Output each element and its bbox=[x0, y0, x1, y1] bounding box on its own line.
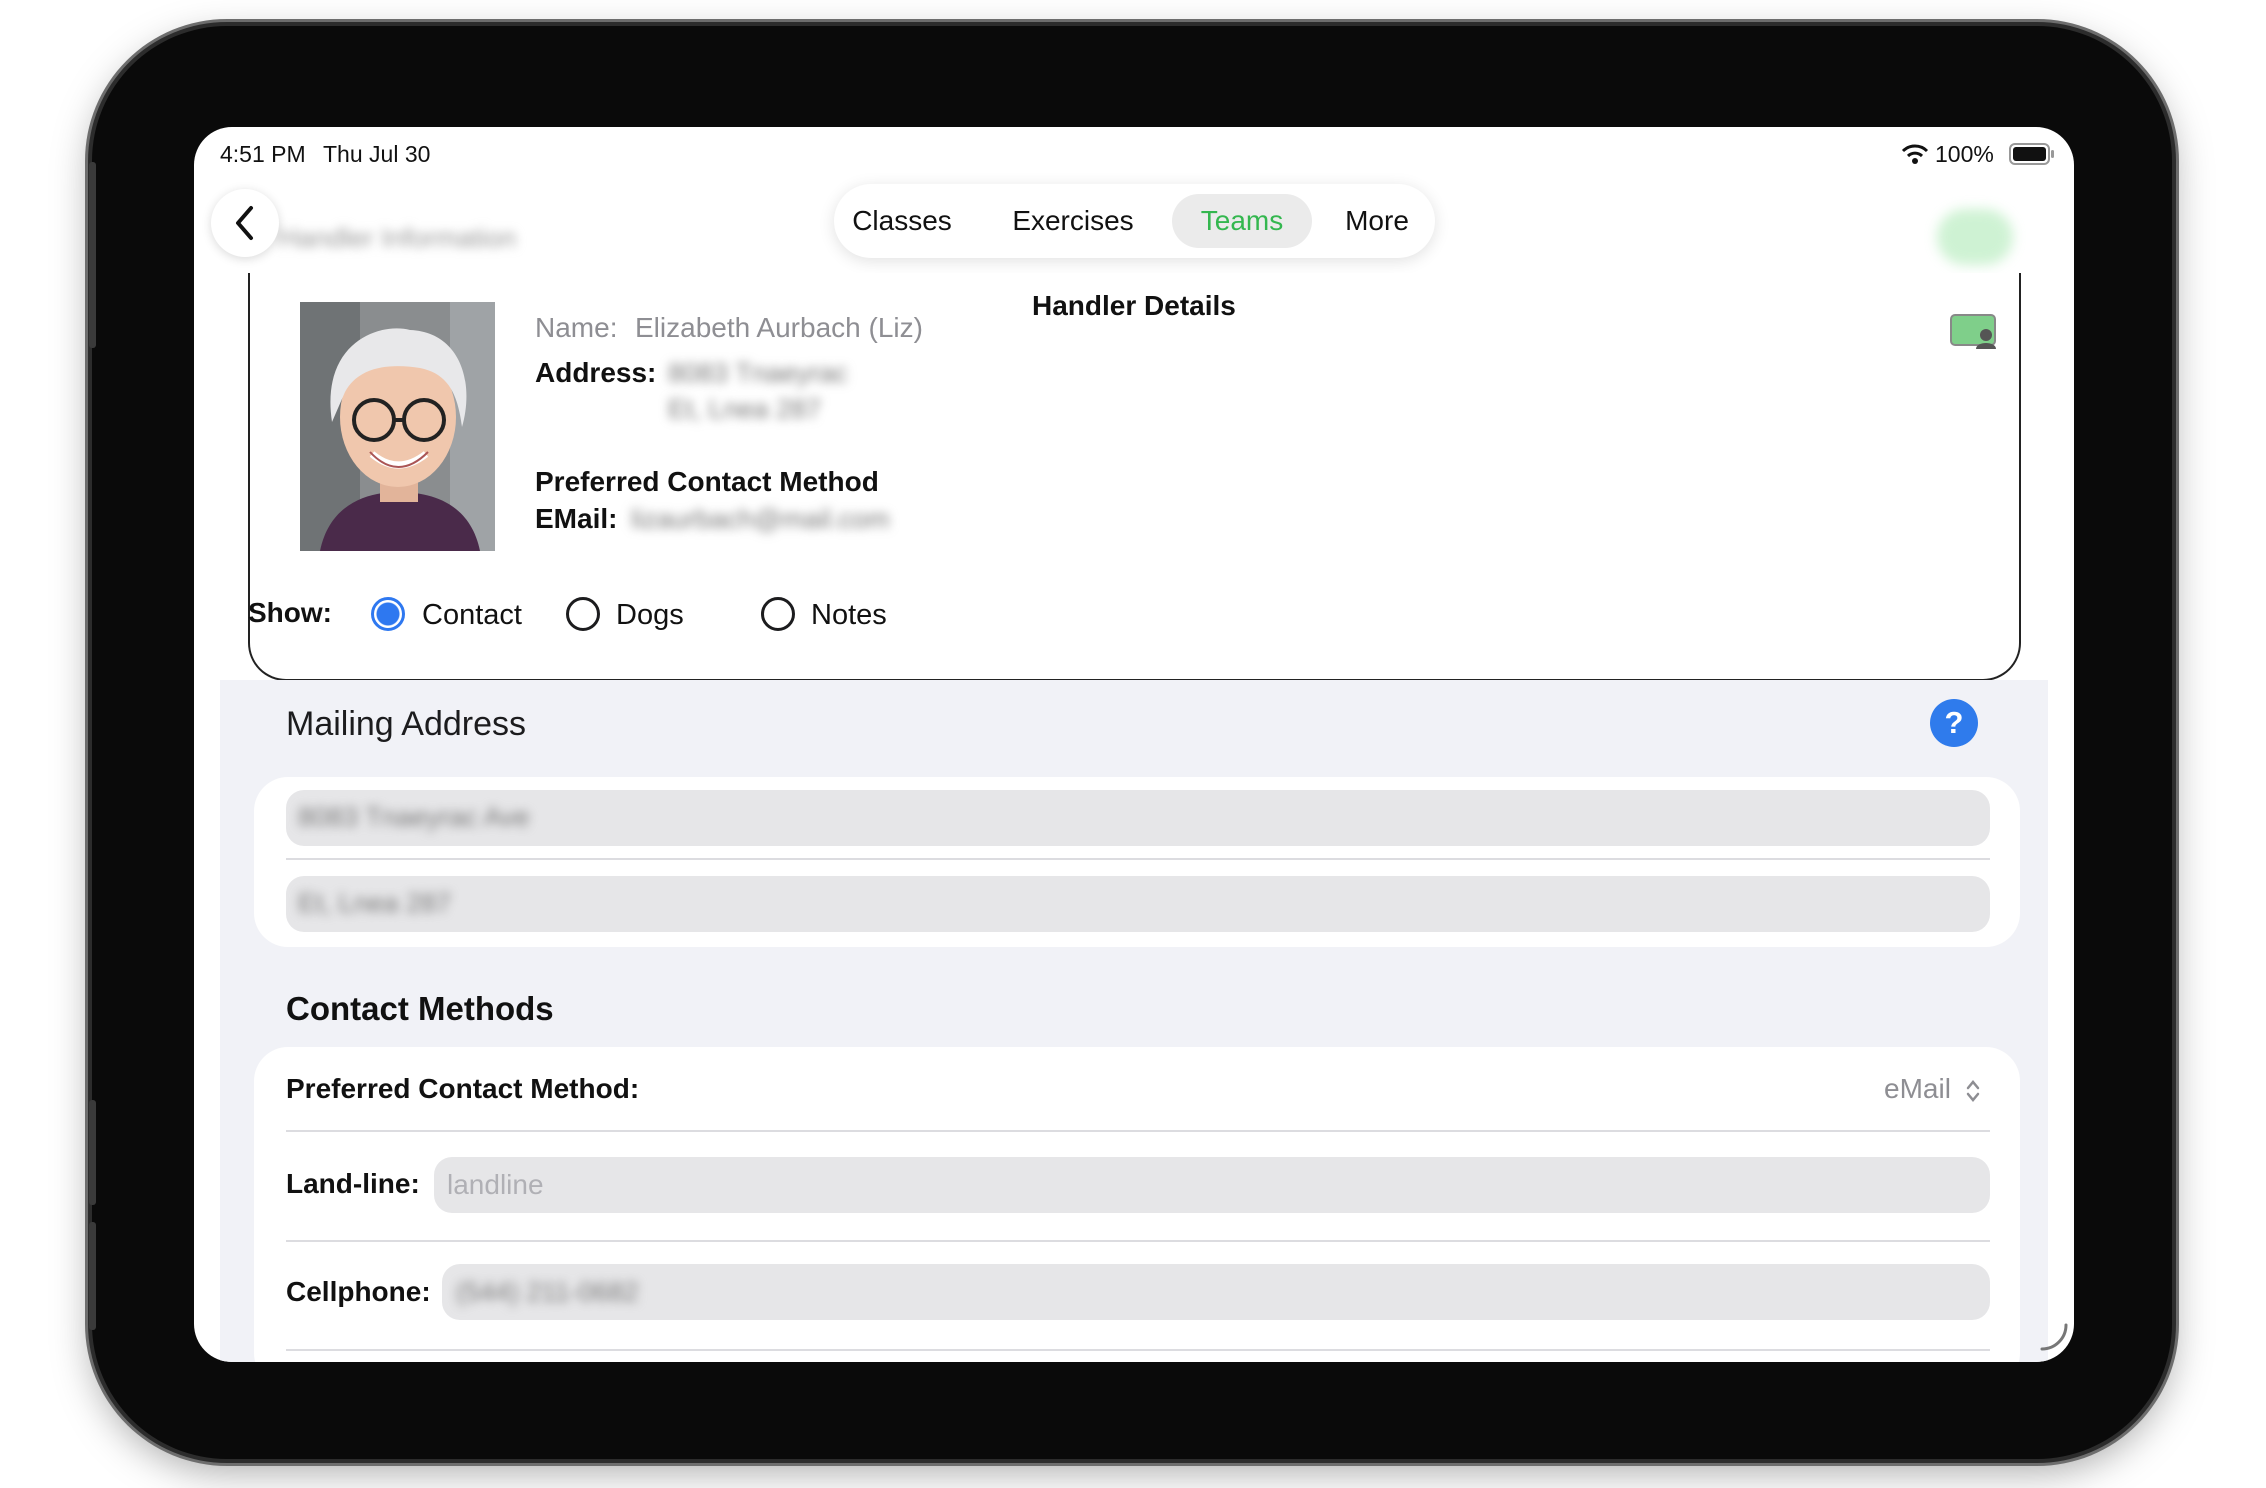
volume-button bbox=[89, 162, 96, 348]
name-label: Name: bbox=[535, 312, 618, 343]
cellphone-field[interactable] bbox=[442, 1264, 1990, 1320]
address-line1-value: 8083 Tnaeyrac Ave bbox=[298, 802, 530, 832]
status-date: Thu Jul 30 bbox=[323, 141, 431, 167]
landline-placeholder: landline bbox=[447, 1169, 544, 1200]
radio-notes[interactable] bbox=[761, 597, 795, 631]
radio-dogs-label[interactable]: Dogs bbox=[616, 599, 684, 632]
chevron-left-icon bbox=[236, 206, 253, 240]
tab-classes[interactable]: Classes bbox=[846, 194, 958, 248]
resize-corner-icon bbox=[2039, 1322, 2069, 1357]
handler-photo bbox=[300, 302, 495, 551]
preferred-contact-value: eMail bbox=[1884, 1073, 1951, 1104]
volume-button bbox=[89, 1100, 96, 1205]
tab-exercises[interactable]: Exercises bbox=[1000, 194, 1146, 248]
address-line1: 8083 Tnaeyrac bbox=[668, 358, 848, 388]
handler-details-heading: Handler Details bbox=[1032, 290, 1236, 321]
address-line2-value: Et, Lnea 287 bbox=[298, 888, 452, 918]
faded-action-button bbox=[1937, 209, 2013, 265]
divider bbox=[286, 1349, 1990, 1351]
preferred-contact-label: Preferred Contact Method: bbox=[286, 1073, 640, 1104]
radio-contact[interactable] bbox=[371, 597, 405, 631]
tab-more[interactable]: More bbox=[1334, 194, 1420, 248]
handler-name: Elizabeth Aurbach (Liz) bbox=[635, 312, 923, 343]
contact-card-icon[interactable] bbox=[1950, 313, 2000, 354]
volume-button bbox=[89, 1222, 96, 1330]
help-button[interactable]: ? bbox=[1930, 699, 1978, 747]
contact-methods-title: Contact Methods bbox=[286, 990, 554, 1027]
address-label: Address: bbox=[535, 357, 657, 388]
battery-icon bbox=[2009, 143, 2055, 170]
preferred-contact-picker[interactable]: eMail bbox=[1884, 1073, 1981, 1105]
address-line2-field[interactable] bbox=[286, 876, 1990, 932]
address-line2: Et, Lnea 287 bbox=[668, 394, 822, 424]
battery-percent: 100% bbox=[1935, 141, 1994, 167]
radio-contact-label[interactable]: Contact bbox=[422, 599, 522, 632]
back-button[interactable] bbox=[211, 189, 279, 257]
status-time: 4:51 PM bbox=[220, 141, 306, 167]
divider bbox=[286, 1130, 1990, 1132]
chevron-updown-icon bbox=[1966, 1079, 1979, 1102]
divider bbox=[286, 858, 1990, 860]
wifi-icon bbox=[1901, 143, 1929, 170]
faded-nav-title: Handler Information bbox=[279, 223, 517, 253]
preferred-contact-heading: Preferred Contact Method bbox=[535, 466, 879, 497]
divider bbox=[286, 1240, 1990, 1242]
mailing-address-title: Mailing Address bbox=[286, 705, 527, 743]
cellphone-value: (544) 211-0682 bbox=[456, 1277, 639, 1307]
landline-field[interactable] bbox=[434, 1157, 1990, 1213]
address-line1-field[interactable] bbox=[286, 790, 1990, 846]
tab-teams[interactable]: Teams bbox=[1172, 194, 1312, 248]
email-label: EMail: bbox=[535, 503, 618, 534]
segmented-tab-bar: Classes Exercises Teams More bbox=[834, 184, 1435, 258]
cellphone-label: Cellphone: bbox=[286, 1276, 431, 1307]
app-screen: 4:51 PM Thu Jul 30 100% Handler Informat… bbox=[194, 127, 2074, 1362]
email-value: lizaurbach@mail.com bbox=[631, 504, 890, 534]
landline-label: Land-line: bbox=[286, 1168, 420, 1199]
radio-dogs[interactable] bbox=[566, 597, 600, 631]
show-label: Show: bbox=[248, 597, 332, 628]
radio-notes-label[interactable]: Notes bbox=[811, 599, 887, 632]
